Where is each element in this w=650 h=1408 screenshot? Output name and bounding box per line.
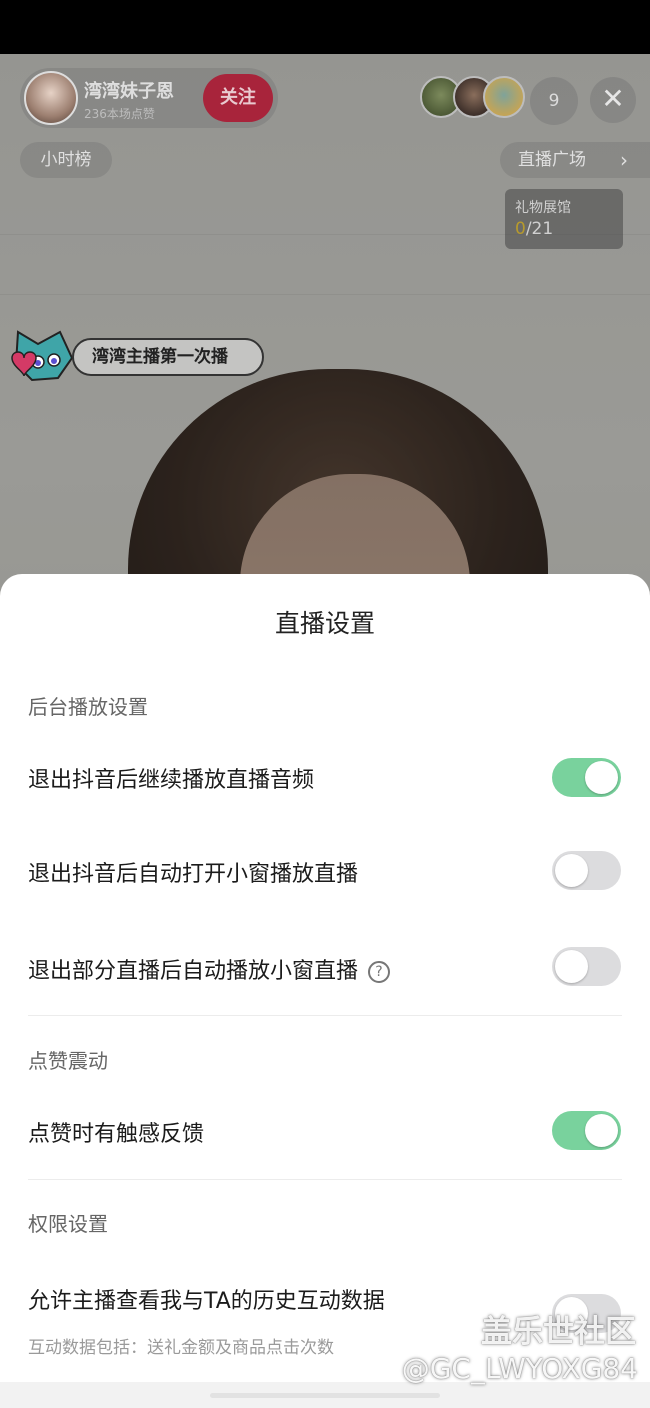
- divider: [28, 1179, 622, 1180]
- host-tag-text: 湾湾主播第一次播: [72, 338, 264, 376]
- section-header: 后台播放设置: [28, 695, 148, 719]
- setting-label: 点赞时有触感反馈: [28, 1122, 205, 1147]
- setting-label: 退出抖音后自动打开小窗播放直播: [28, 862, 359, 887]
- chevron-right-icon: ›: [620, 148, 628, 172]
- home-indicator[interactable]: [210, 1393, 440, 1398]
- host-tag-banner[interactable]: 湾湾主播第一次播: [10, 324, 264, 382]
- gift-total-count: /21: [525, 219, 554, 239]
- host-name: 湾湾妹子恩: [84, 81, 174, 102]
- auto-mini-window-toggle[interactable]: [552, 851, 621, 890]
- hourly-rank-chip[interactable]: 小时榜: [20, 142, 112, 178]
- nav-bar: [0, 1382, 650, 1408]
- watermark-id: @GC_LWYOXG84: [401, 1352, 638, 1385]
- mascot-icon: [11, 330, 74, 382]
- gift-gallery[interactable]: 礼物展馆 0/21: [505, 189, 623, 249]
- watermark-logo: 盖乐世社区: [481, 1314, 636, 1350]
- host-like-count: 236本场点赞: [84, 107, 155, 121]
- toggle-knob: [555, 950, 588, 983]
- toggle-knob: [585, 1114, 618, 1147]
- status-bar: [0, 0, 650, 54]
- help-icon[interactable]: ?: [368, 961, 391, 983]
- host-info-pill[interactable]: 湾湾妹子恩 236本场点赞 关注: [20, 68, 278, 128]
- live-plaza-chip[interactable]: 直播广场 ›: [500, 142, 650, 178]
- setting-description: 互动数据包括：送礼金额及商品点击次数: [28, 1338, 334, 1358]
- viewer-count[interactable]: 9: [530, 77, 578, 125]
- toggle-knob: [555, 854, 588, 887]
- partial-live-mini-window-toggle[interactable]: [552, 947, 621, 986]
- gift-collected-count: 0: [515, 219, 526, 239]
- close-icon[interactable]: ✕: [590, 77, 636, 123]
- gift-gallery-count: 0/21: [515, 219, 553, 239]
- live-settings-sheet: 直播设置 后台播放设置 退出抖音后继续播放直播音频 退出抖音后自动打开小窗播放直…: [0, 574, 650, 1408]
- host-avatar[interactable]: [24, 71, 78, 125]
- live-plaza-label: 直播广场: [518, 150, 586, 170]
- setting-label: 退出部分直播后自动播放小窗直播: [28, 959, 359, 984]
- setting-label-with-help: 退出部分直播后自动播放小窗直播?: [28, 953, 391, 985]
- section-header: 权限设置: [28, 1212, 108, 1236]
- section-header: 点赞震动: [28, 1049, 108, 1073]
- viewer-avatar[interactable]: [483, 76, 525, 118]
- continue-audio-toggle[interactable]: [552, 758, 621, 797]
- follow-button[interactable]: 关注: [203, 74, 273, 122]
- sheet-title: 直播设置: [274, 609, 375, 638]
- gift-gallery-title: 礼物展馆: [515, 200, 571, 216]
- toggle-knob: [585, 761, 618, 794]
- setting-label: 退出抖音后继续播放直播音频: [28, 768, 315, 793]
- setting-label: 允许主播查看我与TA的历史互动数据: [28, 1289, 385, 1314]
- like-haptic-toggle[interactable]: [552, 1111, 621, 1150]
- divider: [28, 1015, 622, 1016]
